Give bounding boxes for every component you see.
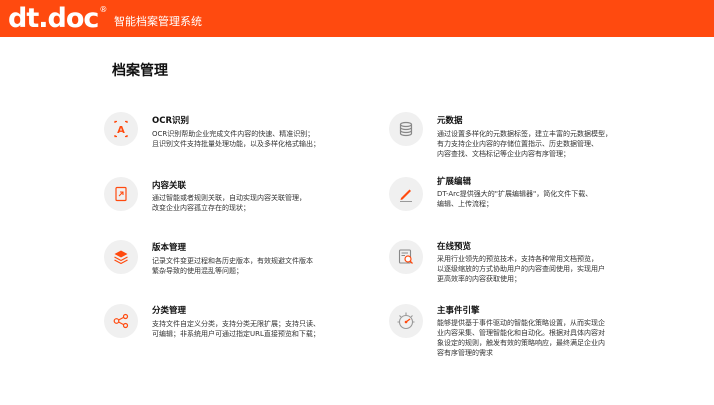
feature-desc-line: 象设定的规则，触发有效的策略响应，最终满足企业内 bbox=[437, 339, 605, 347]
feature-title: 内容关联 bbox=[152, 181, 187, 191]
feature-title: OCR识别 bbox=[152, 116, 190, 126]
feature-desc-line: 有力支持企业内容的存储位置指示、历史数据管理、 bbox=[437, 140, 598, 148]
feature-desc-line: 采用行业领先的预览技术，支持各种常用文档预览， bbox=[437, 255, 598, 263]
feature-title: 元数据 bbox=[437, 116, 463, 126]
svg-text:A: A bbox=[117, 125, 125, 136]
feature-desc-line: DT-Arc提供强大的"扩展编辑器"，简化文件下载、 bbox=[437, 190, 593, 198]
edit-pen-icon bbox=[389, 177, 423, 211]
feature-title: 在线预览 bbox=[437, 242, 472, 252]
brand-logo[interactable]: dt.doc ® bbox=[8, 5, 107, 33]
feature-desc-line: 通过智能或者规则关联，自动实现内容关联管理， bbox=[152, 194, 306, 202]
feature-title: 主事件引擎 bbox=[437, 306, 480, 316]
ocr-icon: A bbox=[104, 112, 138, 146]
feature-desc-line: 容有序管理的需求 bbox=[437, 349, 493, 357]
preview-search-icon bbox=[389, 240, 423, 274]
feature-desc-line: 以逐级缩放的方式协助用户的内容查阅使用，实现用户 bbox=[437, 265, 605, 273]
feature-desc-line: 支持文件自定义分类，支持分类无限扩展；支持只读、 bbox=[152, 320, 320, 328]
feature-title: 版本管理 bbox=[152, 243, 187, 253]
app-header: dt.doc ® 智能档案管理系统 bbox=[0, 0, 714, 37]
registered-mark: ® bbox=[99, 5, 108, 14]
database-icon bbox=[389, 112, 423, 146]
layers-icon bbox=[104, 240, 138, 274]
feature-desc-line: 记录文件变更过程和各历史版本，有效规避文件版本 bbox=[152, 257, 313, 265]
feature-desc-line: 可编辑；非系统用户可通过指定URL直接预览和下载； bbox=[152, 330, 320, 338]
link-document-icon bbox=[104, 177, 138, 211]
feature-desc-line: 内容查找、文档标记等企业内容有序管理； bbox=[437, 150, 570, 158]
feature-desc-line: 更高效率的内容获取使用； bbox=[437, 275, 521, 283]
feature-desc-line: 业内容采集、管理智能化和自动化。根据对具体内容对 bbox=[437, 329, 605, 337]
logo-text: dt.doc bbox=[8, 3, 99, 34]
page-title: 档案管理 bbox=[112, 63, 168, 79]
feature-desc-line: 改变企业内容孤立存在的现状； bbox=[152, 204, 250, 212]
feature-desc-line: 能够提供基于事件驱动的智能化策略设置，从而实现企 bbox=[437, 319, 605, 327]
gear-gauge-icon bbox=[389, 304, 423, 338]
feature-desc-line: OCR识别帮助企业完成文件内容的快速、精准识别； bbox=[152, 130, 315, 138]
feature-title: 扩展编辑 bbox=[437, 177, 472, 187]
feature-desc-line: 通过设置多样化的元数据标签，建立丰富的元数据模型， bbox=[437, 130, 612, 138]
app-subtitle: 智能档案管理系统 bbox=[114, 15, 202, 28]
feature-desc-line: 编辑、上传流程； bbox=[437, 200, 493, 208]
share-icon bbox=[104, 304, 138, 338]
feature-desc-line: 繁杂导致的使用混乱等问题； bbox=[152, 267, 243, 275]
feature-desc-line: 且识别文件支持批量处理功能，以及多样化格式输出； bbox=[152, 140, 320, 148]
feature-title: 分类管理 bbox=[152, 306, 187, 316]
